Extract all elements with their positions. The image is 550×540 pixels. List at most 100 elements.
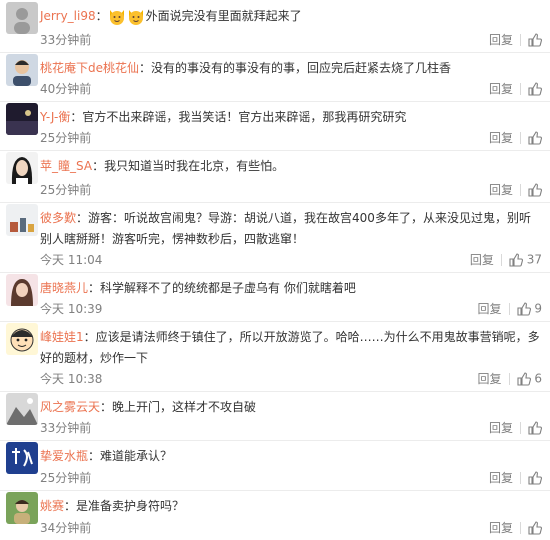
colon: ：	[76, 211, 89, 225]
comment-username[interactable]: 彼多歎	[40, 211, 76, 225]
comment-item: 彼多歎：游客：听说故宫闹鬼？导游：胡说八道，我在故宫400多年了，从来没见过鬼，…	[0, 202, 550, 273]
reply-button[interactable]: 回复	[489, 131, 513, 145]
reply-button[interactable]: 回复	[478, 302, 502, 316]
comment-time: 25分钟前	[40, 471, 92, 485]
divider	[500, 253, 502, 266]
reply-button[interactable]: 回复	[489, 421, 513, 435]
comment-item: 峰娃娃1：应该是请法师终于镇住了，所以开放游览了。哈哈……为什么不用鬼故事营销呢…	[0, 321, 550, 392]
thumbs-up-icon	[528, 421, 542, 435]
comment-username[interactable]: 风之雾云天	[40, 400, 100, 414]
comment-body: Y-J-衡：官方不出来辟谣，我当笑话！官方出来辟谣，那我再研究研究	[40, 107, 540, 128]
comment-username[interactable]: 峰娃娃1	[40, 330, 84, 344]
avatar[interactable]	[6, 442, 38, 474]
comment-username[interactable]: 唐晓燕儿	[40, 281, 88, 295]
divider	[508, 302, 510, 315]
cat-face-icon	[127, 8, 145, 26]
comment-time: 今天 10:38	[40, 372, 103, 386]
avatar[interactable]	[6, 393, 38, 425]
avatar[interactable]	[6, 2, 38, 34]
avatar[interactable]	[6, 323, 38, 355]
avatar[interactable]	[6, 274, 38, 306]
comment-body: 峰娃娃1：应该是请法师终于镇住了，所以开放游览了。哈哈……为什么不用鬼故事营销呢…	[40, 327, 540, 369]
reply-button[interactable]: 回复	[470, 253, 494, 267]
comment-text: 难道能承认？	[100, 449, 173, 463]
colon: ：	[139, 61, 152, 75]
like-button[interactable]	[528, 520, 542, 535]
comment-body: 风之雾云天：晚上开门，这样才不攻自破	[40, 397, 540, 418]
comment-actions: 回复	[489, 80, 542, 97]
like-count: 9	[534, 301, 542, 316]
comment-time: 33分钟前	[40, 421, 92, 435]
like-button[interactable]: 6	[516, 371, 542, 386]
comment-text: 科学解释不了的统统都是子虚乌有 你们就瞎着吧	[100, 281, 356, 295]
avatar[interactable]	[6, 103, 38, 135]
colon: ：	[70, 110, 83, 124]
comment-username[interactable]: Jerry_li98	[40, 9, 96, 23]
reply-button[interactable]: 回复	[489, 82, 513, 96]
comment-item: 苹_瞳_SA：我只知道当时我在北京，有些怕。 25分钟前 回复	[0, 150, 550, 203]
comment-actions: 回复	[489, 519, 542, 536]
like-button[interactable]	[528, 130, 542, 145]
comment-text: 外面说完没有里面就拜起来了	[145, 9, 302, 23]
thumbs-up-icon	[516, 372, 531, 386]
reply-button[interactable]: 回复	[489, 33, 513, 47]
comment-text: 我只知道当时我在北京，有些怕。	[104, 159, 285, 173]
comment-time: 今天 10:39	[40, 302, 103, 316]
comment-body: 唐晓燕儿：科学解释不了的统统都是子虚乌有 你们就瞎着吧	[40, 278, 540, 299]
avatar[interactable]	[6, 54, 38, 86]
like-button[interactable]	[528, 182, 542, 197]
like-button[interactable]	[528, 420, 542, 435]
like-button[interactable]: 9	[516, 301, 542, 316]
comment-body: 挚爱水瓶：难道能承认？	[40, 446, 540, 467]
comment-username[interactable]: 桃花庵下de桃花仙	[40, 61, 139, 75]
comment-item: 风之雾云天：晚上开门，这样才不攻自破 33分钟前 回复	[0, 391, 550, 441]
comment-username[interactable]: Y-J-衡	[40, 110, 70, 124]
comment-actions: 回复 6	[478, 370, 542, 387]
like-button[interactable]	[528, 470, 542, 485]
comment-text: 晚上开门，这样才不攻自破	[112, 400, 257, 414]
comment-body: 苹_瞳_SA：我只知道当时我在北京，有些怕。	[40, 156, 540, 177]
comment-actions: 回复	[489, 469, 542, 486]
colon: ：	[95, 9, 108, 23]
like-button[interactable]	[528, 32, 542, 47]
comment-username[interactable]: 挚爱水瓶	[40, 449, 88, 463]
comment-item: 唐晓燕儿：科学解释不了的统统都是子虚乌有 你们就瞎着吧 今天 10:39 回复 …	[0, 272, 550, 322]
comment-actions: 回复 9	[478, 300, 542, 317]
comment-actions: 回复 37	[470, 251, 542, 268]
reply-button[interactable]: 回复	[478, 372, 502, 386]
divider	[508, 372, 510, 385]
divider	[520, 33, 521, 46]
comment-username[interactable]: 姚赛	[40, 499, 64, 513]
reply-button[interactable]: 回复	[489, 521, 513, 535]
colon: ：	[100, 400, 113, 414]
thumbs-up-icon	[528, 183, 542, 197]
reply-button[interactable]: 回复	[489, 183, 513, 197]
comment-actions: 回复	[489, 129, 542, 146]
thumbs-up-icon	[528, 471, 542, 485]
comment-text: 没有的事没有的事没有的事，回应完后赶紧去烧了几柱香	[151, 61, 452, 75]
comment-username[interactable]: 苹_瞳_SA	[40, 159, 92, 173]
divider	[520, 471, 521, 484]
comment-actions: 回复	[489, 181, 542, 198]
thumbs-up-icon	[528, 82, 542, 96]
comment-body: 姚赛：是准备卖护身符吗？	[40, 496, 540, 517]
comment-body: 彼多歎：游客：听说故宫闹鬼？导游：胡说八道，我在故宫400多年了，从来没见过鬼，…	[40, 208, 540, 250]
divider	[520, 421, 521, 434]
comment-time: 今天 11:04	[40, 253, 103, 267]
avatar[interactable]	[6, 152, 38, 184]
comment-time: 34分钟前	[40, 521, 92, 535]
like-count: 6	[534, 371, 542, 386]
avatar[interactable]	[6, 204, 38, 236]
thumbs-up-icon	[528, 33, 542, 47]
comment-time: 33分钟前	[40, 33, 92, 47]
thumbs-up-icon	[528, 521, 542, 535]
like-count: 37	[526, 252, 542, 267]
thumbs-up-icon	[516, 302, 531, 316]
like-button[interactable]	[528, 81, 542, 96]
reply-button[interactable]: 回复	[489, 471, 513, 485]
comment-time: 25分钟前	[40, 183, 92, 197]
colon: ：	[88, 281, 101, 295]
comment-actions: 回复	[489, 31, 542, 48]
avatar[interactable]	[6, 492, 38, 524]
like-button[interactable]: 37	[509, 252, 542, 267]
